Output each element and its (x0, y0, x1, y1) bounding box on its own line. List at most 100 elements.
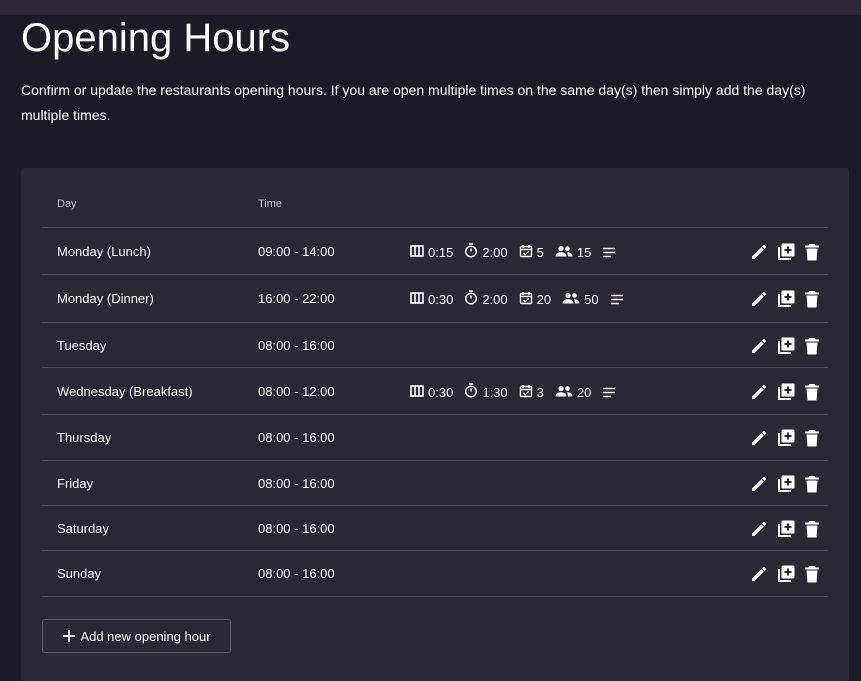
row-day: Monday (Lunch) (57, 244, 151, 259)
table-row: Saturday 08:00 - 16:00 (42, 506, 828, 551)
row-actions (742, 519, 820, 539)
trash-icon[interactable] (804, 243, 820, 261)
bookings-indicator: 3 (519, 384, 544, 401)
duration-value: 1:30 (482, 384, 508, 400)
row-actions (742, 289, 820, 309)
trash-icon[interactable] (804, 565, 820, 583)
row-time: 16:00 - 22:00 (258, 291, 335, 306)
interval-value: 0:15 (428, 244, 454, 260)
row-day: Monday (Dinner) (57, 291, 154, 306)
timer-icon (464, 290, 482, 308)
pencil-icon[interactable] (750, 429, 768, 447)
duration-indicator: 1:30 (464, 383, 508, 401)
row-day: Thursday (57, 430, 112, 445)
table-row: Wednesday (Breakfast) 08:00 - 12:00 0:30… (42, 368, 828, 415)
timer-icon (464, 243, 482, 261)
pencil-icon[interactable] (750, 565, 768, 583)
trash-icon[interactable] (804, 290, 820, 308)
row-time: 08:00 - 16:00 (258, 430, 335, 445)
trash-icon[interactable] (804, 475, 820, 493)
library-add-icon[interactable] (776, 242, 796, 262)
trash-icon[interactable] (804, 337, 820, 355)
notes-icon[interactable] (602, 247, 620, 258)
guests-value: 15 (576, 244, 592, 260)
bookings-indicator: 5 (519, 244, 544, 261)
table-header: Day Time (42, 186, 828, 228)
interval-indicator: 0:30 (410, 385, 453, 400)
row-actions (742, 242, 820, 262)
add-opening-hour-label: Add new opening hour (80, 628, 211, 644)
row-day: Sunday (57, 566, 102, 581)
row-day: Wednesday (Breakfast) (57, 384, 193, 399)
interval-value: 0:30 (428, 384, 454, 400)
library-add-icon[interactable] (776, 564, 796, 584)
row-time: 08:00 - 16:00 (258, 338, 335, 353)
page-description: Confirm or update the restaurants openin… (21, 82, 806, 123)
row-time: 09:00 - 14:00 (258, 244, 335, 259)
top-bar (0, 0, 861, 15)
library-add-icon[interactable] (776, 289, 796, 309)
trash-icon[interactable] (804, 383, 820, 401)
opening-hours-table: Day Time Monday (Lunch) 09:00 - 14:00 0:… (42, 186, 828, 597)
row-actions (742, 428, 820, 448)
guests-value: 20 (576, 384, 592, 400)
columns-icon (410, 291, 428, 307)
row-time: 08:00 - 16:00 (258, 476, 335, 491)
pencil-icon[interactable] (750, 243, 768, 261)
opening-hours-card: Day Time Monday (Lunch) 09:00 - 14:00 0:… (21, 168, 849, 681)
guests-value: 50 (584, 291, 599, 307)
row-actions (742, 336, 820, 356)
row-meta: 0:30 1:30 3 20 (410, 383, 631, 401)
people-icon (562, 292, 584, 307)
bookings-value: 5 (536, 244, 544, 260)
duration-value: 2:00 (482, 291, 508, 307)
table-row: Monday (Lunch) 09:00 - 14:00 0:15 2:00 5… (42, 228, 828, 275)
pencil-icon[interactable] (750, 337, 768, 355)
people-icon (555, 245, 577, 260)
table-row: Friday 08:00 - 16:00 (42, 461, 828, 506)
pencil-icon[interactable] (750, 520, 768, 538)
row-actions (742, 382, 820, 402)
header-time: Time (258, 198, 283, 210)
library-add-icon[interactable] (776, 428, 796, 448)
duration-indicator: 2:00 (464, 243, 508, 261)
row-day: Saturday (57, 521, 110, 536)
library-add-icon[interactable] (776, 519, 796, 539)
event-available-icon (519, 384, 537, 401)
header-day: Day (57, 198, 77, 210)
people-icon (555, 385, 577, 400)
plus-icon (63, 630, 76, 642)
pencil-icon[interactable] (750, 475, 768, 493)
pencil-icon[interactable] (750, 290, 768, 308)
table-row: Monday (Dinner) 16:00 - 22:00 0:30 2:00 … (42, 275, 828, 323)
trash-icon[interactable] (804, 520, 820, 538)
pencil-icon[interactable] (750, 383, 768, 401)
bookings-value: 3 (536, 384, 544, 400)
trash-icon[interactable] (804, 429, 820, 447)
bookings-value: 20 (536, 291, 552, 307)
table-row: Thursday 08:00 - 16:00 (42, 415, 828, 461)
row-meta: 0:30 2:00 20 50 (410, 290, 639, 308)
interval-value: 0:30 (428, 291, 454, 307)
table-body: Monday (Lunch) 09:00 - 14:00 0:15 2:00 5… (42, 228, 828, 597)
notes-icon[interactable] (610, 294, 628, 305)
library-add-icon[interactable] (776, 382, 796, 402)
notes-icon[interactable] (602, 387, 620, 398)
duration-value: 2:00 (482, 244, 508, 260)
row-day: Friday (57, 476, 94, 491)
table-row: Tuesday 08:00 - 16:00 (42, 323, 828, 368)
row-day: Tuesday (57, 338, 107, 353)
guests-indicator: 15 (555, 245, 591, 260)
row-meta: 0:15 2:00 5 15 (410, 243, 631, 261)
library-add-icon[interactable] (776, 336, 796, 356)
interval-indicator: 0:30 (410, 292, 453, 307)
duration-indicator: 2:00 (464, 290, 508, 308)
add-opening-hour-button[interactable]: Add new opening hour (42, 619, 231, 653)
row-time: 08:00 - 16:00 (258, 521, 335, 536)
table-row: Sunday 08:00 - 16:00 (42, 551, 828, 597)
row-time: 08:00 - 16:00 (258, 566, 335, 581)
library-add-icon[interactable] (776, 474, 796, 494)
bookings-indicator: 20 (519, 291, 551, 308)
page-title: Opening Hours (21, 16, 291, 60)
interval-indicator: 0:15 (410, 245, 453, 260)
